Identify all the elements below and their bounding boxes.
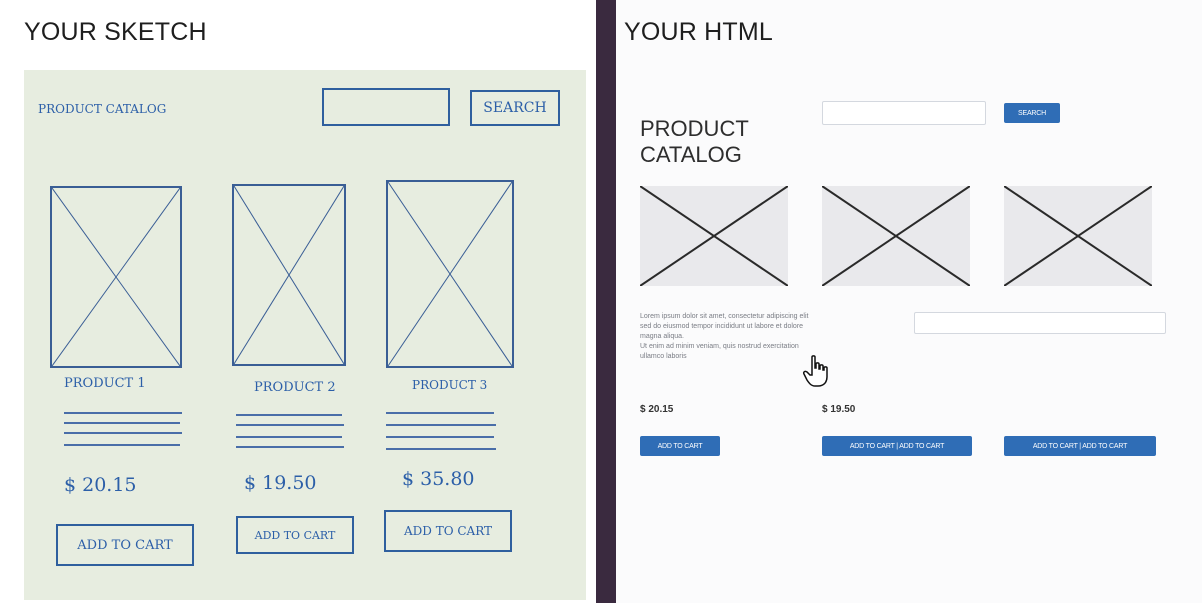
sketch-add-to-cart-button-1: ADD TO CART: [56, 524, 194, 566]
image-placeholder-icon: [388, 182, 512, 366]
add-to-cart-button-1[interactable]: ADD TO CART: [640, 436, 720, 456]
product-description: Lorem ipsum dolor sit amet, consectetur …: [640, 312, 890, 362]
text-field[interactable]: [914, 312, 1166, 334]
hand-cursor-icon: [803, 355, 828, 387]
search-input[interactable]: [822, 101, 986, 125]
description-line: Lorem ipsum dolor sit amet, consectetur …: [640, 313, 809, 320]
description-line: Ut enim ad minim veniam, quis nostrud ex…: [640, 343, 799, 350]
description-line: magna aliqua.: [640, 333, 684, 340]
html-panel: YOUR HTML PRODUCT CATALOG SEARCH Lorem i…: [616, 0, 1202, 603]
sketch-product-name-1: PRODUCT 1: [64, 376, 146, 391]
add-to-cart-button-3[interactable]: ADD TO CART | ADD TO CART: [1004, 436, 1156, 456]
sketch-add-to-cart-button-2: ADD TO CART: [236, 516, 354, 554]
product-price-2: $ 19.50: [822, 404, 856, 415]
image-placeholder-icon: [640, 186, 788, 286]
product-image-2: [822, 186, 970, 286]
sketch-product-name-3: PRODUCT 3: [412, 378, 488, 392]
search-button[interactable]: SEARCH: [1004, 103, 1060, 123]
sketch-product-name-2: PRODUCT 2: [254, 380, 336, 395]
html-panel-title: YOUR HTML: [624, 18, 774, 46]
sketch-price-1: $ 20.15: [64, 474, 137, 496]
image-placeholder-icon: [1004, 186, 1152, 286]
description-line: ullamco laboris: [640, 353, 687, 360]
sketch-search-input: [322, 88, 450, 126]
sketch-product-image-2: [232, 184, 346, 366]
page-title: PRODUCT CATALOG: [640, 116, 749, 167]
product-image-1: [640, 186, 788, 286]
description-line: sed do eiusmod tempor incididunt ut labo…: [640, 323, 804, 330]
product-image-3: [1004, 186, 1152, 286]
image-placeholder-icon: [52, 188, 180, 366]
sketch-panel-title: YOUR SKETCH: [24, 18, 207, 46]
sketch-search-button: SEARCH: [470, 90, 560, 126]
sketch-logo: PRODUCT CATALOG: [38, 102, 167, 116]
sketch-product-image-1: [50, 186, 182, 368]
sketch-paper: PRODUCT CATALOG SEARCH PRODUCT 1 $ 20.15…: [24, 70, 586, 600]
sketch-add-to-cart-button-3: ADD TO CART: [384, 510, 512, 552]
panel-divider: [596, 0, 616, 603]
sketch-price-2: $ 19.50: [244, 472, 317, 494]
product-price-1: $ 20.15: [640, 404, 674, 415]
image-placeholder-icon: [822, 186, 970, 286]
sketch-product-image-3: [386, 180, 514, 368]
image-placeholder-icon: [234, 186, 344, 364]
sketch-price-3: $ 35.80: [402, 468, 475, 490]
sketch-panel: YOUR SKETCH PRODUCT CATALOG SEARCH PRODU…: [0, 0, 596, 603]
add-to-cart-button-2[interactable]: ADD TO CART | ADD TO CART: [822, 436, 972, 456]
